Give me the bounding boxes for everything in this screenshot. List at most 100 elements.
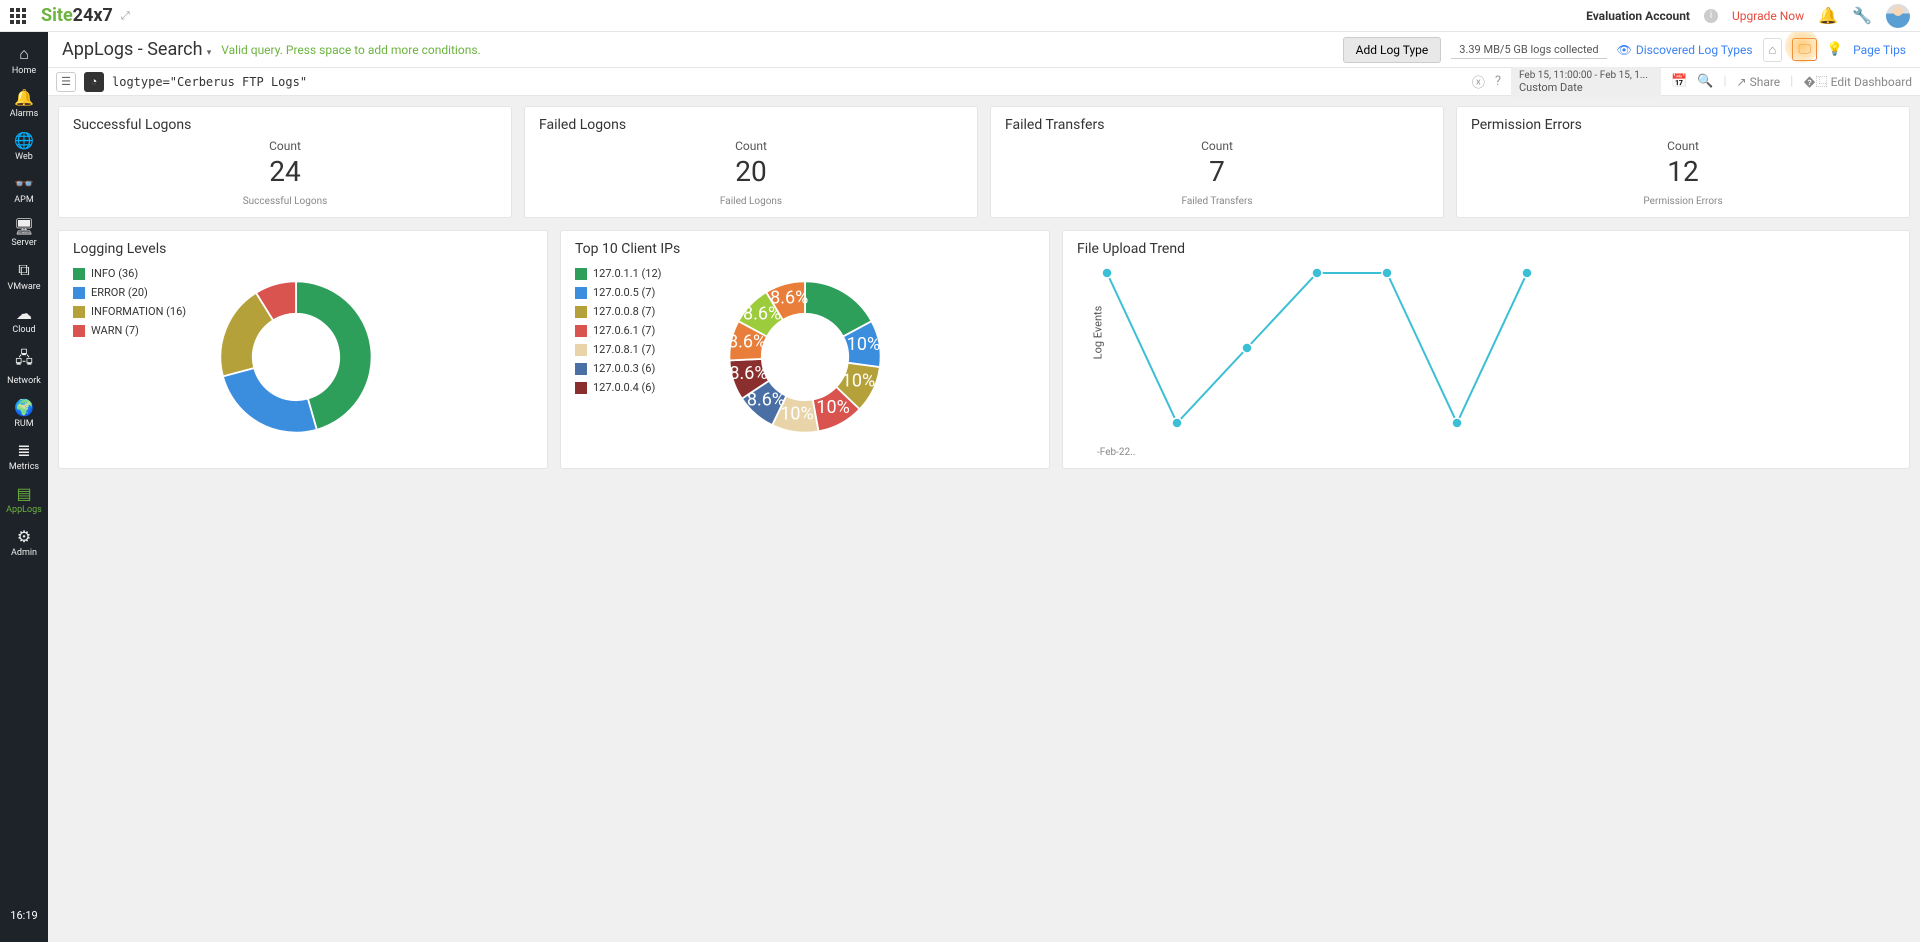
upgrade-link[interactable]: Upgrade Now <box>1732 9 1804 23</box>
svg-text:10%: 10% <box>780 403 813 424</box>
legend-item[interactable]: 127.0.0.4 (6) <box>575 381 695 394</box>
page-tips-link[interactable]: Page Tips <box>1853 43 1906 57</box>
page-header: AppLogs - Search ▾ Valid query. Press sp… <box>48 32 1920 68</box>
web-icon: 🌐 <box>14 131 34 150</box>
share-button[interactable]: ↗ Share <box>1737 75 1781 89</box>
client-ips-legend[interactable]: 127.0.1.1 (12) 127.0.0.5 (7) 127.0.0.8 (7)… <box>575 267 695 417</box>
sidebar-item-metrics[interactable]: ≣Metrics <box>0 435 48 478</box>
logging-levels-card: Logging Levels INFO (36) ERROR (20) INFORM… <box>58 230 548 469</box>
sidebar-item-applogs[interactable]: ▤AppLogs <box>0 478 48 521</box>
search-icon[interactable]: 🔍 <box>1697 74 1713 89</box>
presentation-icon[interactable]: 🖵 <box>1792 38 1817 61</box>
query-status: Valid query. Press space to add more con… <box>221 43 480 57</box>
stat-title: Failed Transfers <box>1005 117 1429 133</box>
count-sub: Successful Logons <box>73 196 497 207</box>
svg-text:8.6%: 8.6% <box>729 363 767 384</box>
metrics-icon: ≣ <box>17 441 30 460</box>
sidebar-item-admin[interactable]: ⚙Admin <box>0 521 48 564</box>
apm-icon: 👓 <box>14 174 34 193</box>
count-label: Count <box>539 139 963 153</box>
legend-item[interactable]: 127.0.6.1 (7) <box>575 324 695 337</box>
pie-view-icon[interactable]: ◔ <box>84 72 104 92</box>
stat-card[interactable]: Successful LogonsCount24Successful Logon… <box>58 106 512 218</box>
count-label: Count <box>1005 139 1429 153</box>
dashboard-content: Successful LogonsCount24Successful Logon… <box>48 96 1920 942</box>
admin-icon: ⚙ <box>17 527 31 546</box>
chevron-down-icon[interactable]: ▾ <box>205 48 212 58</box>
client-ips-donut[interactable]: 10%10%10%10%8.6%8.6%8.6%8.6%8.6% <box>715 267 895 447</box>
count-label: Count <box>73 139 497 153</box>
help-icon[interactable]: ? <box>1495 74 1501 89</box>
stat-title: Failed Logons <box>539 117 963 133</box>
legend-swatch <box>575 268 587 280</box>
date-range-picker[interactable]: Feb 15, 11:00:00 - Feb 15, 1... Custom D… <box>1511 67 1661 97</box>
chart-title: Top 10 Client IPs <box>575 241 1035 257</box>
legend-item[interactable]: WARN (7) <box>73 324 186 337</box>
legend-item[interactable]: 127.0.8.1 (7) <box>575 343 695 356</box>
wrench-icon[interactable]: 🔧 <box>1852 6 1872 25</box>
logo[interactable]: Site24x7 <box>41 5 113 26</box>
svg-text:10%: 10% <box>842 370 875 391</box>
logging-levels-donut[interactable] <box>206 267 386 447</box>
sidebar-item-network[interactable]: 🖧Network <box>0 341 48 392</box>
list-view-icon[interactable]: ☰ <box>56 72 76 92</box>
sidebar-item-alarms[interactable]: 🔔Alarms <box>0 82 48 125</box>
legend-swatch <box>575 363 587 375</box>
legend-swatch <box>575 306 587 318</box>
server-icon: 🖥 <box>14 217 34 236</box>
home-small-icon[interactable]: ⌂ <box>1763 38 1783 62</box>
legend-item[interactable]: 127.0.1.1 (12) <box>575 267 695 280</box>
expand-icon[interactable]: ⤢ <box>121 9 130 23</box>
sidebar-item-vmware[interactable]: ⧉VMware <box>0 254 48 298</box>
stat-card[interactable]: Failed TransfersCount7Failed Transfers <box>990 106 1444 218</box>
count-value: 24 <box>73 155 497 188</box>
legend-swatch <box>575 382 587 394</box>
apps-grid-icon[interactable] <box>10 8 26 24</box>
stat-card[interactable]: Failed LogonsCount20Failed Logons <box>524 106 978 218</box>
svg-text:1: 1 <box>1095 418 1101 429</box>
sidebar-item-cloud[interactable]: ☁Cloud <box>0 298 48 341</box>
bulb-icon[interactable]: 💡 <box>1827 42 1843 57</box>
account-label: Evaluation Account <box>1586 9 1690 23</box>
legend-item[interactable]: 127.0.0.5 (7) <box>575 286 695 299</box>
count-value: 7 <box>1005 155 1429 188</box>
legend-item[interactable]: 127.0.0.3 (6) <box>575 362 695 375</box>
sidebar-item-home[interactable]: ⌂Home <box>0 38 48 82</box>
query-bar: ☰ ◔ logtype="Cerberus FTP Logs" ⓧ ? Feb … <box>48 68 1920 96</box>
legend-swatch <box>73 325 85 337</box>
y-axis-label: Log Events <box>1091 305 1104 359</box>
sidebar-item-apm[interactable]: 👓APM <box>0 168 48 211</box>
edit-dashboard-button[interactable]: �⿺ Edit Dashboard <box>1803 73 1912 90</box>
bell-icon[interactable]: 🔔 <box>1818 6 1838 25</box>
count-label: Count <box>1471 139 1895 153</box>
count-sub: Failed Logons <box>539 196 963 207</box>
avatar[interactable] <box>1886 4 1910 28</box>
legend-swatch <box>575 344 587 356</box>
x-axis-label: -Feb-22.. <box>1097 447 1895 458</box>
sidebar-item-rum[interactable]: 🌍RUM <box>0 392 48 435</box>
page-title[interactable]: AppLogs - Search ▾ <box>62 39 211 60</box>
legend-item[interactable]: 127.0.0.8 (7) <box>575 305 695 318</box>
svg-text:1.5: 1.5 <box>1087 381 1101 392</box>
legend-item[interactable]: INFO (36) <box>73 267 186 280</box>
chart-title: Logging Levels <box>73 241 533 257</box>
stat-card[interactable]: Permission ErrorsCount12Permission Error… <box>1456 106 1910 218</box>
sidebar-item-server[interactable]: 🖥Server <box>0 211 48 254</box>
upload-trend-card: File Upload Trend Log Events 11.522.53 -… <box>1062 230 1910 469</box>
chart-title: File Upload Trend <box>1077 241 1895 257</box>
clear-icon[interactable]: ⓧ <box>1472 72 1485 91</box>
sidebar-item-web[interactable]: 🌐Web <box>0 125 48 168</box>
rum-icon: 🌍 <box>14 398 34 417</box>
legend-swatch <box>575 287 587 299</box>
info-icon[interactable]: i <box>1704 9 1718 23</box>
query-input[interactable]: logtype="Cerberus FTP Logs" <box>112 75 1464 89</box>
calendar-icon[interactable]: 📅 <box>1671 74 1687 89</box>
upload-trend-line[interactable]: 11.522.53 <box>1077 263 1537 443</box>
svg-text:10%: 10% <box>816 397 849 418</box>
legend-item[interactable]: INFORMATION (16) <box>73 305 186 318</box>
count-value: 12 <box>1471 155 1895 188</box>
legend-item[interactable]: ERROR (20) <box>73 286 186 299</box>
logging-levels-legend: INFO (36) ERROR (20) INFORMATION (16) WARN … <box>73 267 186 447</box>
discovered-log-types-link[interactable]: 👁Discovered Log Types <box>1617 43 1753 57</box>
add-log-type-button[interactable]: Add Log Type <box>1343 37 1442 63</box>
